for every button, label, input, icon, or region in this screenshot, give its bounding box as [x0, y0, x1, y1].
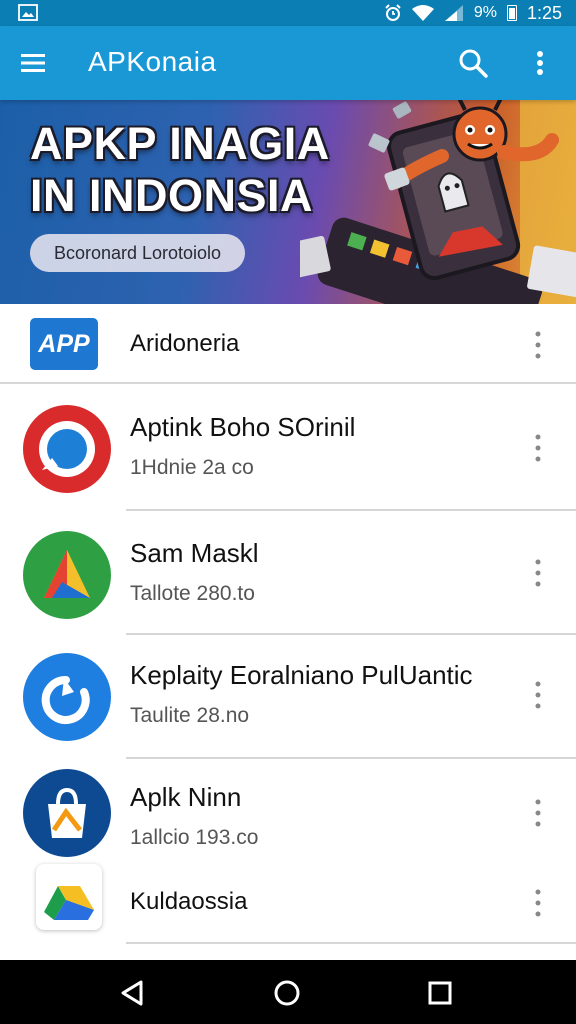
image-icon: [18, 4, 38, 21]
banner-pill-button[interactable]: Bcoronard Lorotoiolo: [30, 234, 245, 272]
list-item-subtitle: 1allcio 193.co: [130, 826, 259, 849]
banner-title-line2: IN INDONSIA: [30, 170, 314, 221]
status-icons: 9% 1:25: [384, 2, 562, 24]
app-list: APP Aridoneria Aptink Boho SOrinil 1Hdni…: [0, 304, 576, 960]
signal-icon: [444, 5, 463, 21]
back-icon[interactable]: [115, 976, 149, 1010]
battery-percent: 9%: [473, 4, 497, 21]
more-vert-icon[interactable]: [528, 431, 548, 465]
red-ring-app-icon: [23, 405, 111, 493]
list-item-title: Keplaity Eoralniano PulUantic: [130, 660, 473, 690]
wifi-icon: [411, 5, 434, 21]
system-nav-bar: [0, 960, 576, 1024]
more-vert-icon[interactable]: [528, 678, 548, 712]
more-vert-icon[interactable]: [528, 48, 552, 78]
battery-icon: [506, 5, 517, 21]
more-vert-icon[interactable]: [528, 796, 548, 830]
list-item-title: Sam Maskl: [130, 538, 259, 568]
divider: [126, 757, 576, 759]
banner-title: APKP INAGIA IN INDONSIA: [30, 118, 390, 222]
recents-icon[interactable]: [423, 976, 457, 1010]
list-item[interactable]: APP Aridoneria: [0, 304, 576, 384]
drive-app-tile: [36, 864, 102, 930]
more-vert-icon[interactable]: [528, 328, 548, 362]
green-triangle-app-icon: [23, 531, 111, 619]
list-item-subtitle: Tallote 280.to: [130, 582, 255, 605]
blue-swirl-app-icon: [23, 653, 111, 741]
list-item-title: Aridoneria: [130, 330, 240, 357]
search-icon[interactable]: [456, 46, 490, 80]
list-item-title: Aptink Boho SOrinil: [130, 412, 356, 442]
list-item-title: Kuldaossia: [130, 888, 248, 915]
shopping-bag-app-icon: [23, 769, 111, 857]
divider: [126, 509, 576, 511]
menu-icon[interactable]: [18, 48, 48, 78]
divider: [126, 633, 576, 635]
list-item-subtitle: Taulite 28.no: [130, 704, 250, 727]
list-item-subtitle: 1Hdnie 2a co: [130, 456, 254, 479]
list-item[interactable]: Keplaity Eoralniano PulUantic Taulite 28…: [0, 636, 576, 759]
promo-banner[interactable]: APKP INAGIA IN INDONSIA Bcoronard Loroto…: [0, 100, 576, 304]
list-item-title: Aplk Ninn: [130, 782, 242, 812]
banner-title-line1: APKP INAGIA: [30, 118, 330, 169]
list-item[interactable]: Sam Maskl Tallote 280.to: [0, 512, 576, 635]
divider: [126, 942, 576, 944]
clock: 1:25: [526, 2, 562, 23]
app-badge-icon: APP: [30, 318, 98, 370]
more-vert-icon[interactable]: [528, 556, 548, 590]
more-vert-icon[interactable]: [528, 886, 548, 920]
list-item[interactable]: Aptink Boho SOrinil 1Hdnie 2a co: [0, 384, 576, 511]
list-item[interactable]: Aplk Ninn 1allcio 193.co: [0, 760, 576, 860]
list-item[interactable]: Kuldaossia: [0, 860, 576, 960]
home-icon[interactable]: [270, 976, 304, 1010]
app-title: APKonaia: [88, 46, 217, 77]
status-bar: 9% 1:25: [0, 0, 576, 26]
alarm-icon: [385, 4, 401, 21]
app-bar: APKonaia: [0, 26, 576, 100]
drive-triangle-app-icon: [44, 886, 94, 920]
